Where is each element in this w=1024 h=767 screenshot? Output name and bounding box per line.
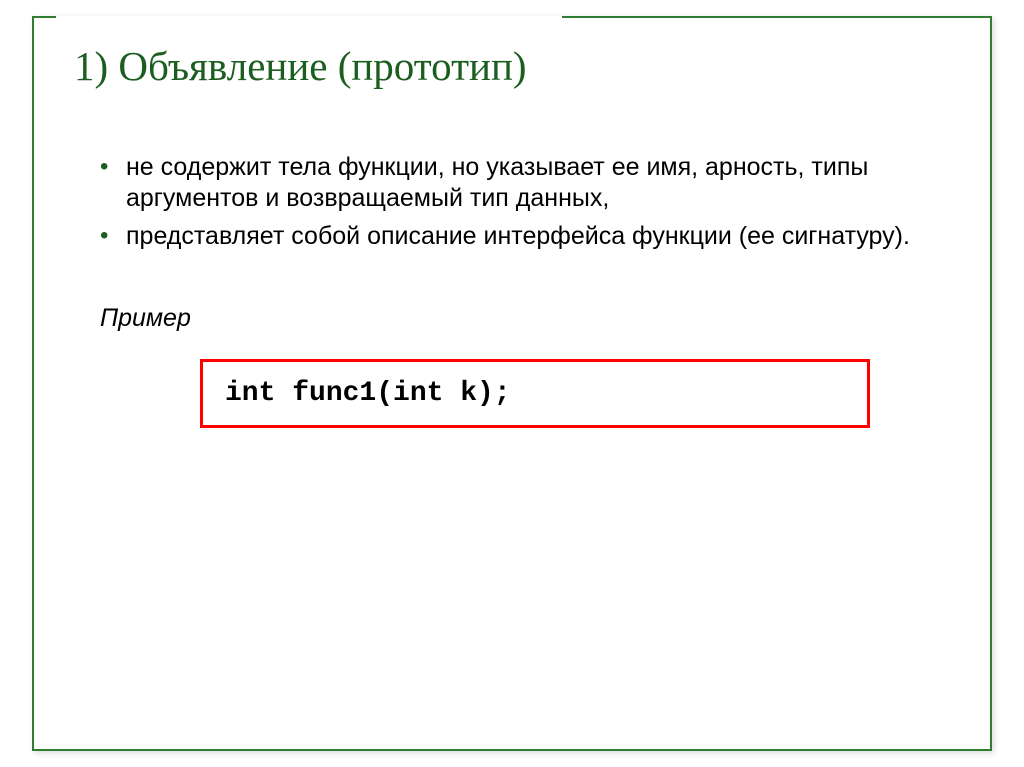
bullet-item: не содержит тела функции, но указывает е…	[126, 152, 944, 215]
example-label: Пример	[100, 304, 944, 333]
slide-content: не содержит тела функции, но указывает е…	[100, 152, 944, 428]
bullet-item: представляет собой описание интерфейса ф…	[126, 221, 944, 252]
slide-heading: 1) Объявление (прототип)	[74, 42, 527, 90]
code-example: int func1(int k);	[200, 359, 870, 428]
bullet-list: не содержит тела функции, но указывает е…	[100, 152, 944, 252]
frame-top-right	[562, 16, 992, 18]
